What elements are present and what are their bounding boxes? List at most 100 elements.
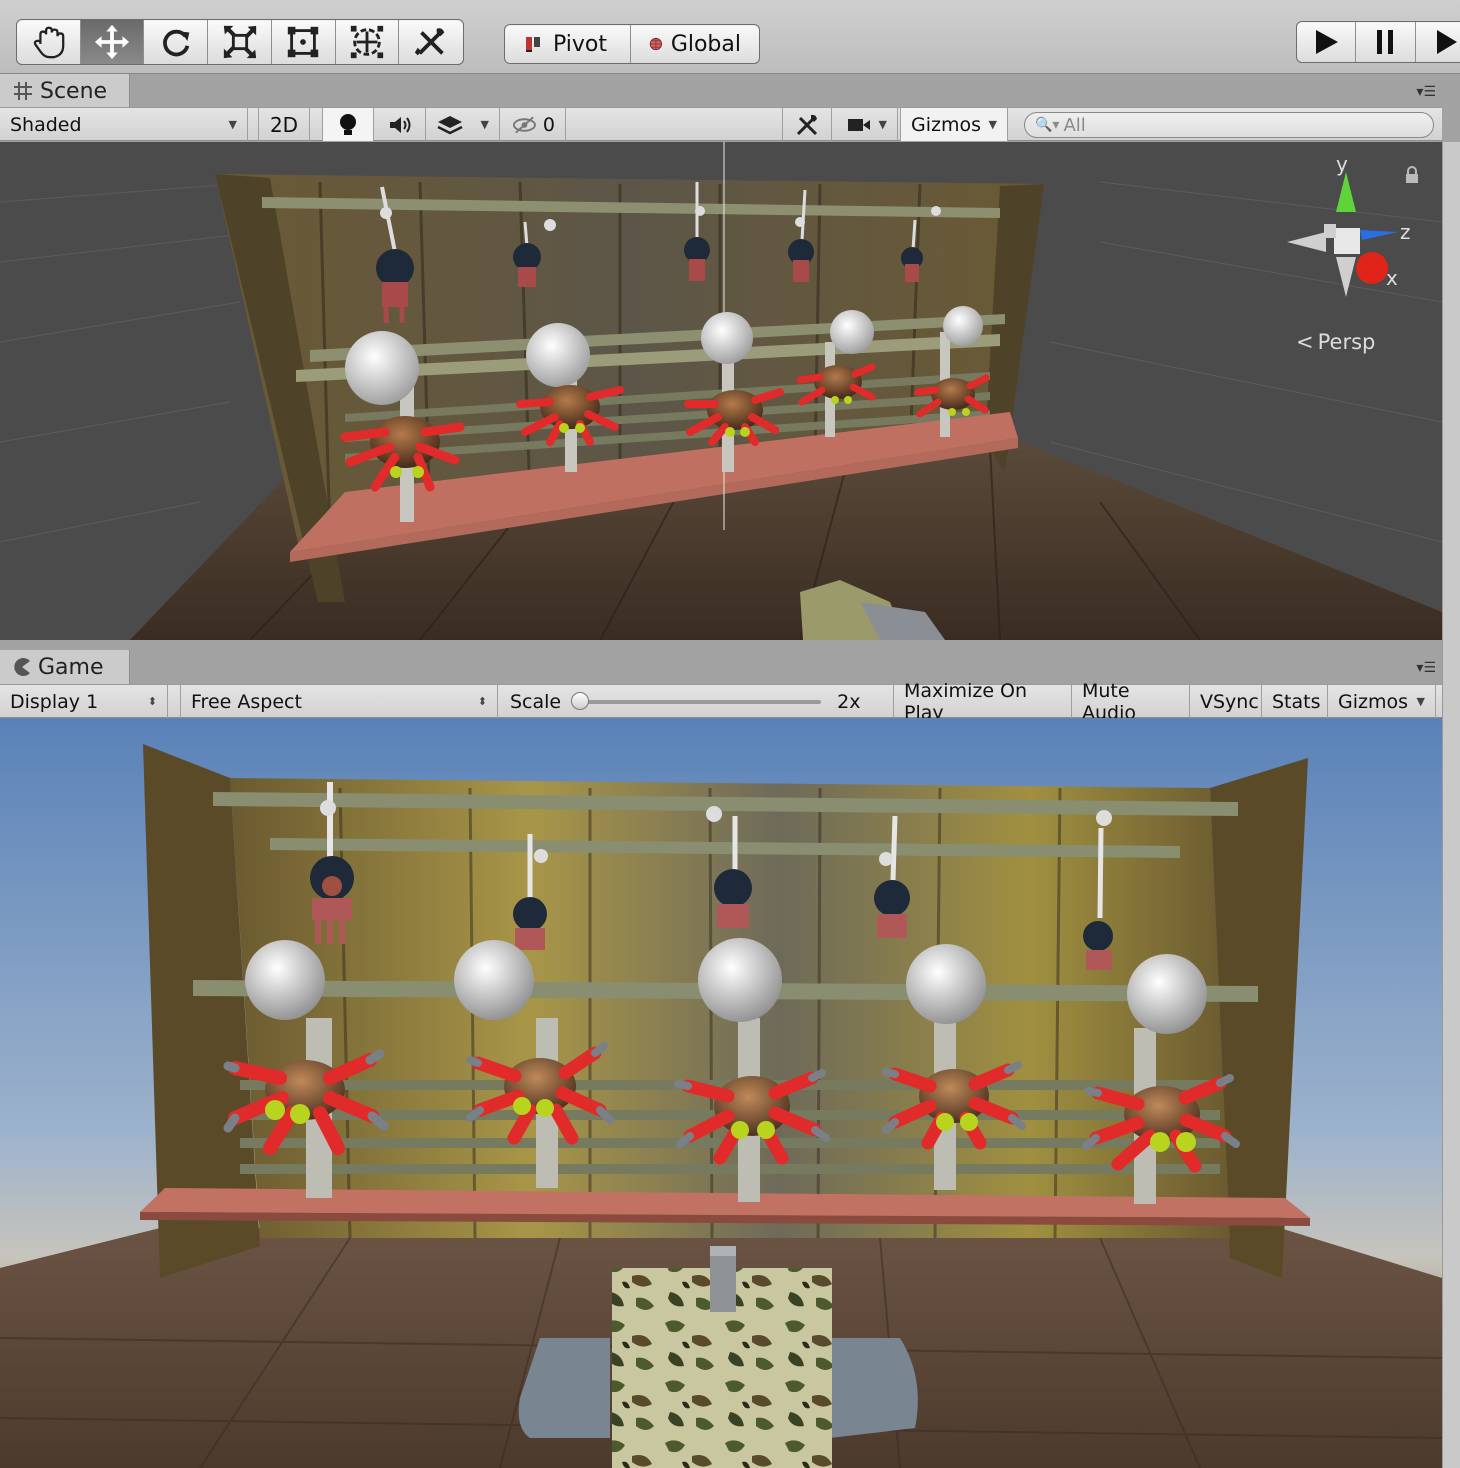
chevron-updown-icon: ⬍: [477, 695, 487, 708]
grid-icon: [14, 82, 32, 100]
slider-thumb[interactable]: [571, 691, 590, 710]
game-control-bar: Display 1 ⬍ Free Aspect ⬍ Scale 2x Maxim…: [0, 680, 1442, 724]
rotate-tool-button[interactable]: [144, 20, 209, 64]
maximize-on-play-toggle[interactable]: Maximize On Play: [894, 680, 1072, 724]
slider-track: [575, 699, 822, 704]
scale-slider[interactable]: [571, 691, 822, 710]
aspect-value: Free Aspect: [191, 690, 302, 713]
play-icon: [1316, 30, 1339, 54]
pacman-icon: [14, 658, 30, 676]
playback-controls: [1296, 21, 1460, 63]
hidden-count: 0: [542, 113, 555, 136]
effects-dropdown[interactable]: ▼: [426, 108, 500, 141]
game-tab-bar: Game ▾☰: [0, 650, 1442, 684]
panel-menu-icon[interactable]: ▾☰: [1416, 660, 1436, 676]
vsync-toggle[interactable]: VSync: [1190, 685, 1262, 718]
orientation-gizmo[interactable]: [1287, 172, 1398, 297]
mode-2d-label: 2D: [269, 112, 299, 137]
game-tab-label: Game: [38, 654, 104, 680]
vertical-scrollbar[interactable]: [1442, 142, 1460, 1468]
mute-label: Mute Audio: [1082, 679, 1137, 724]
display-value: Display 1: [10, 690, 99, 713]
scale-value: 2x: [837, 690, 861, 713]
pivot-toggle[interactable]: Pivot: [505, 25, 631, 63]
audio-toggle[interactable]: [374, 108, 426, 141]
speaker-icon: [389, 116, 410, 133]
rect-tool-button[interactable]: [272, 20, 336, 64]
search-placeholder: All: [1063, 114, 1086, 136]
globe-icon: [649, 37, 663, 51]
scene-gizmos-dropdown[interactable]: Gizmos ▼: [900, 108, 1008, 141]
scale-control: Scale 2x: [500, 685, 894, 718]
main-toolbar: Pivot Global: [0, 0, 1460, 74]
projection-label: Persp: [1317, 330, 1376, 354]
step-button[interactable]: [1416, 22, 1460, 62]
chevron-down-icon: ▼: [988, 118, 997, 131]
step-icon: [1436, 30, 1457, 54]
play-button[interactable]: [1297, 22, 1357, 62]
tab-scene[interactable]: Scene: [0, 74, 130, 108]
rotate-icon: [162, 29, 190, 57]
rect-icon: [288, 26, 319, 58]
stats-toggle[interactable]: Stats: [1262, 685, 1328, 718]
chevron-down-icon: ▼: [480, 118, 489, 131]
panel-menu-icon[interactable]: ▾☰: [1416, 84, 1436, 100]
game-gizmos-label: Gizmos: [1338, 690, 1409, 713]
handle-settings: Pivot Global: [504, 24, 760, 64]
light-bulb-icon: [340, 113, 356, 135]
shading-mode-dropdown[interactable]: Shaded ▼: [0, 108, 248, 141]
scene-tab-bar: Scene ▾☰: [0, 74, 1442, 108]
axis-label-x: x: [1386, 266, 1398, 290]
pivot-label: Pivot: [553, 31, 608, 57]
scene-viewport[interactable]: y z x < Persp: [0, 142, 1442, 640]
game-render: [0, 718, 1442, 1468]
scene-render: [0, 142, 1442, 640]
global-label: Global: [670, 31, 741, 57]
hand-tool-button[interactable]: [17, 20, 81, 64]
projection-toggle[interactable]: < Persp: [1296, 330, 1375, 354]
chevron-down-icon: ▼: [878, 118, 887, 131]
transform-icon: [350, 25, 384, 59]
scene-tools-button[interactable]: [782, 108, 832, 141]
layers-icon: [437, 115, 463, 134]
pause-button[interactable]: [1356, 22, 1416, 62]
scene-search-input[interactable]: 🔍▾ All: [1024, 112, 1434, 138]
chevron-left-icon: <: [1296, 330, 1314, 354]
game-gizmos-dropdown[interactable]: Gizmos ▼: [1328, 685, 1436, 718]
axis-label-z: z: [1400, 220, 1411, 244]
camera-dropdown[interactable]: ▼: [836, 108, 898, 141]
mode-2d-toggle[interactable]: 2D: [258, 108, 310, 141]
lighting-toggle[interactable]: [322, 108, 374, 141]
camera-icon: [848, 118, 870, 131]
scale-tool-button[interactable]: [208, 20, 272, 64]
search-icon: 🔍▾: [1035, 117, 1060, 133]
move-icon: [94, 24, 130, 60]
hand-icon: [34, 26, 65, 59]
maximize-label: Maximize On Play: [904, 679, 1028, 724]
game-viewport[interactable]: [0, 718, 1442, 1468]
scene-gizmos-label: Gizmos: [911, 113, 982, 136]
chevron-down-icon: ▼: [228, 118, 237, 131]
hidden-objects-toggle[interactable]: 0: [502, 108, 566, 141]
axis-label-y: y: [1336, 152, 1348, 176]
scene-control-bar: Shaded ▼ 2D ▼ 0 ▼ Gizmos ▼ 🔍▾ All: [0, 107, 1442, 141]
move-tool-button[interactable]: [80, 20, 145, 64]
display-dropdown[interactable]: Display 1 ⬍: [0, 685, 168, 718]
scale-label: Scale: [510, 690, 562, 713]
custom-tool-button[interactable]: [399, 20, 463, 64]
scene-tab-label: Scene: [40, 78, 108, 104]
transform-tools: [16, 19, 464, 65]
transform-tool-button[interactable]: [336, 20, 400, 64]
mute-audio-toggle[interactable]: Mute Audio: [1072, 680, 1190, 724]
aspect-dropdown[interactable]: Free Aspect ⬍: [180, 685, 498, 718]
global-toggle[interactable]: Global: [631, 25, 759, 63]
tab-game[interactable]: Game: [0, 650, 130, 684]
lock-icon[interactable]: [1404, 166, 1420, 184]
pause-icon: [1377, 30, 1394, 54]
tools-icon: [796, 114, 818, 135]
custom-tool-icon: [415, 28, 445, 56]
chevron-down-icon: ▼: [1416, 695, 1425, 708]
vsync-label: VSync: [1200, 690, 1259, 713]
shading-mode-value: Shaded: [10, 113, 82, 136]
stats-label: Stats: [1272, 690, 1321, 713]
